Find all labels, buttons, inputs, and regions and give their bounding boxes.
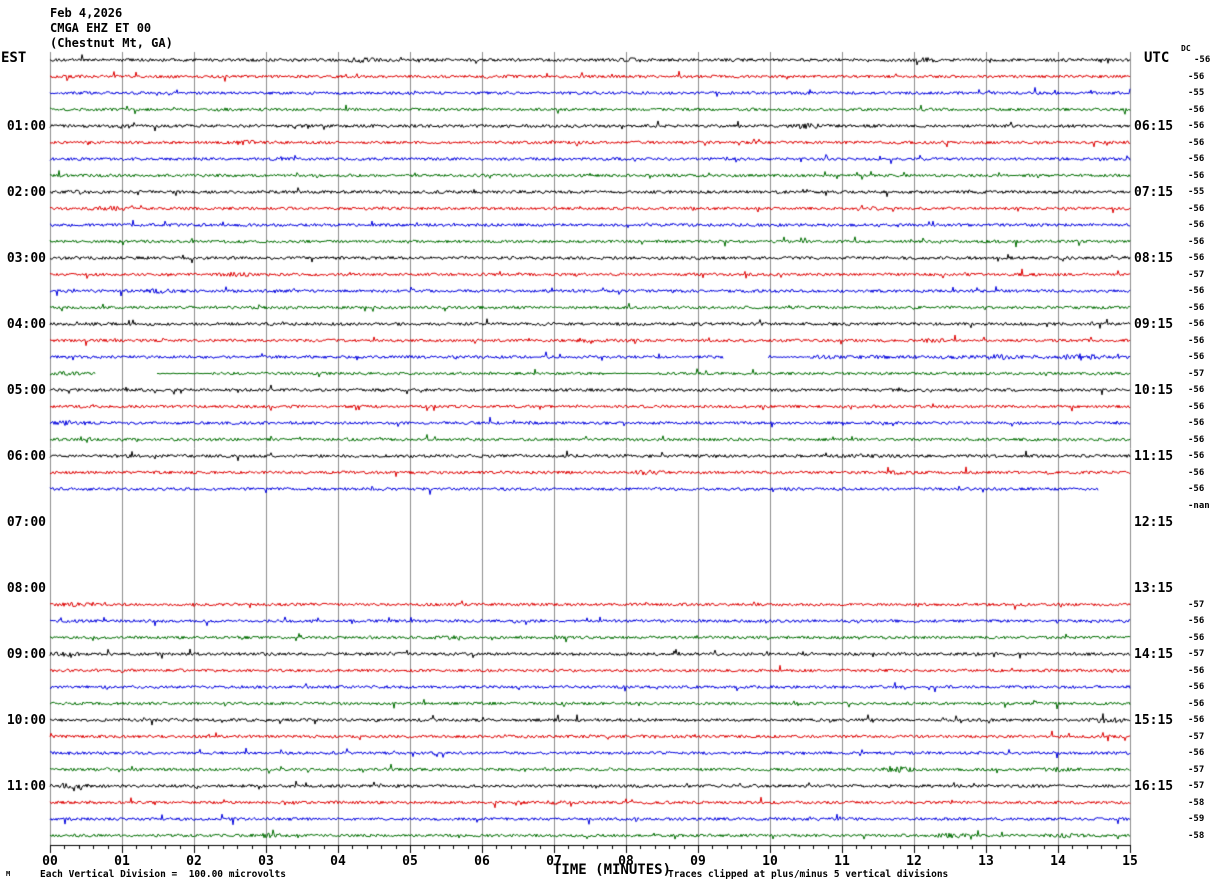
- footer-scale-note: Each Vertical Division = 100.00 microvol…: [40, 869, 286, 880]
- right-hour-label: 12:15: [1134, 515, 1174, 530]
- x-tick-label: 13: [978, 854, 994, 869]
- dc-value: -56: [1188, 253, 1205, 263]
- dc-value: -56: [1188, 484, 1205, 494]
- right-hour-label: 14:15: [1134, 647, 1174, 662]
- right-hour-label: 07:15: [1134, 185, 1174, 200]
- dc-value: -56: [1188, 748, 1205, 758]
- x-tick-label: 15: [1122, 854, 1138, 869]
- left-hour-label: 03:00: [6, 251, 46, 266]
- dc-value: -56: [1188, 715, 1205, 725]
- dc-value: -59: [1188, 814, 1205, 824]
- dc-value: -56: [1194, 55, 1210, 65]
- x-tick-label: 01: [114, 854, 130, 869]
- dc-value: -58: [1188, 797, 1205, 808]
- dc-value: -55: [1188, 88, 1205, 98]
- dc-value: -56: [1188, 632, 1205, 643]
- corner-mark: M: [6, 870, 11, 878]
- dc-value: -56: [1188, 71, 1205, 82]
- left-hour-label: 07:00: [6, 515, 46, 530]
- dc-header: DC: [1181, 44, 1191, 53]
- x-tick-label: 12: [906, 854, 922, 869]
- dc-value: -56: [1188, 385, 1205, 395]
- right-hour-label: 13:15: [1134, 581, 1174, 596]
- x-tick-label: 03: [258, 854, 274, 869]
- x-tick-label: 04: [330, 854, 346, 869]
- dc-value: -56: [1188, 616, 1205, 626]
- dc-value: -58: [1188, 830, 1205, 841]
- right-hour-label: 08:15: [1134, 251, 1174, 266]
- dc-value: -56: [1188, 418, 1205, 428]
- left-hour-label: 08:00: [6, 581, 46, 596]
- dc-value: -56: [1188, 203, 1205, 214]
- dc-value: -56: [1188, 286, 1205, 296]
- dc-value: -57: [1188, 649, 1205, 659]
- helicorder-display: Feb 4,2026 CMGA EHZ ET 00 (Chestnut Mt, …: [0, 0, 1210, 886]
- dc-value: -56: [1188, 401, 1205, 412]
- dc-value: -57: [1188, 599, 1205, 610]
- x-tick-label: 00: [42, 854, 58, 869]
- right-hour-label: 10:15: [1134, 383, 1174, 398]
- dc-value: -57: [1188, 764, 1205, 775]
- dc-value: -56: [1188, 154, 1205, 164]
- dc-value: -56: [1188, 220, 1205, 230]
- seismogram-canvas: [0, 0, 1210, 886]
- dc-value: -56: [1188, 434, 1205, 445]
- title-location: (Chestnut Mt, GA): [50, 36, 173, 50]
- x-tick-label: 09: [690, 854, 706, 869]
- x-tick-label: 14: [1050, 854, 1066, 869]
- dc-value: -56: [1188, 335, 1205, 346]
- right-hour-label: 15:15: [1134, 713, 1174, 728]
- dc-value: -56: [1188, 665, 1205, 676]
- left-hour-label: 05:00: [6, 383, 46, 398]
- left-hour-label: 10:00: [6, 713, 46, 728]
- dc-value: -56: [1188, 302, 1205, 313]
- dc-value: -nan: [1188, 500, 1210, 511]
- right-hour-label: 16:15: [1134, 779, 1174, 794]
- title-date: Feb 4,2026: [50, 6, 123, 20]
- dc-value: -56: [1188, 451, 1205, 461]
- dc-value: -56: [1188, 319, 1205, 329]
- right-hour-label: 06:15: [1134, 119, 1174, 134]
- left-timezone-label: EST: [1, 50, 27, 66]
- dc-value: -56: [1188, 236, 1205, 247]
- x-tick-label: 10: [762, 854, 778, 869]
- dc-value: -56: [1188, 170, 1205, 181]
- dc-value: -57: [1188, 731, 1205, 742]
- dc-value: -56: [1188, 104, 1205, 115]
- right-hour-label: 09:15: [1134, 317, 1174, 332]
- dc-value: -57: [1188, 368, 1205, 379]
- x-tick-label: 11: [834, 854, 850, 869]
- dc-value: -56: [1188, 682, 1205, 692]
- x-tick-label: 05: [402, 854, 418, 869]
- left-hour-label: 02:00: [6, 185, 46, 200]
- x-tick-label: 06: [474, 854, 490, 869]
- right-timezone-label: UTC: [1144, 50, 1170, 66]
- dc-value: -56: [1188, 121, 1205, 131]
- left-hour-label: 06:00: [6, 449, 46, 464]
- x-tick-label: 02: [186, 854, 202, 869]
- title-station: CMGA EHZ ET 00: [50, 21, 152, 35]
- x-axis-title: TIME (MINUTES): [553, 862, 672, 878]
- left-hour-label: 11:00: [6, 779, 46, 794]
- footer-clip-note: Traces clipped at plus/minus 5 vertical …: [668, 869, 949, 880]
- dc-value: -56: [1188, 698, 1205, 709]
- dc-value: -56: [1188, 137, 1205, 148]
- dc-value: -55: [1188, 187, 1205, 197]
- right-hour-label: 11:15: [1134, 449, 1174, 464]
- dc-value: -57: [1188, 269, 1205, 280]
- left-hour-label: 09:00: [6, 647, 46, 662]
- dc-value: -56: [1188, 467, 1205, 478]
- left-hour-label: 04:00: [6, 317, 46, 332]
- dc-value: -56: [1188, 352, 1205, 362]
- dc-value: -57: [1188, 781, 1205, 791]
- left-hour-label: 01:00: [6, 119, 46, 134]
